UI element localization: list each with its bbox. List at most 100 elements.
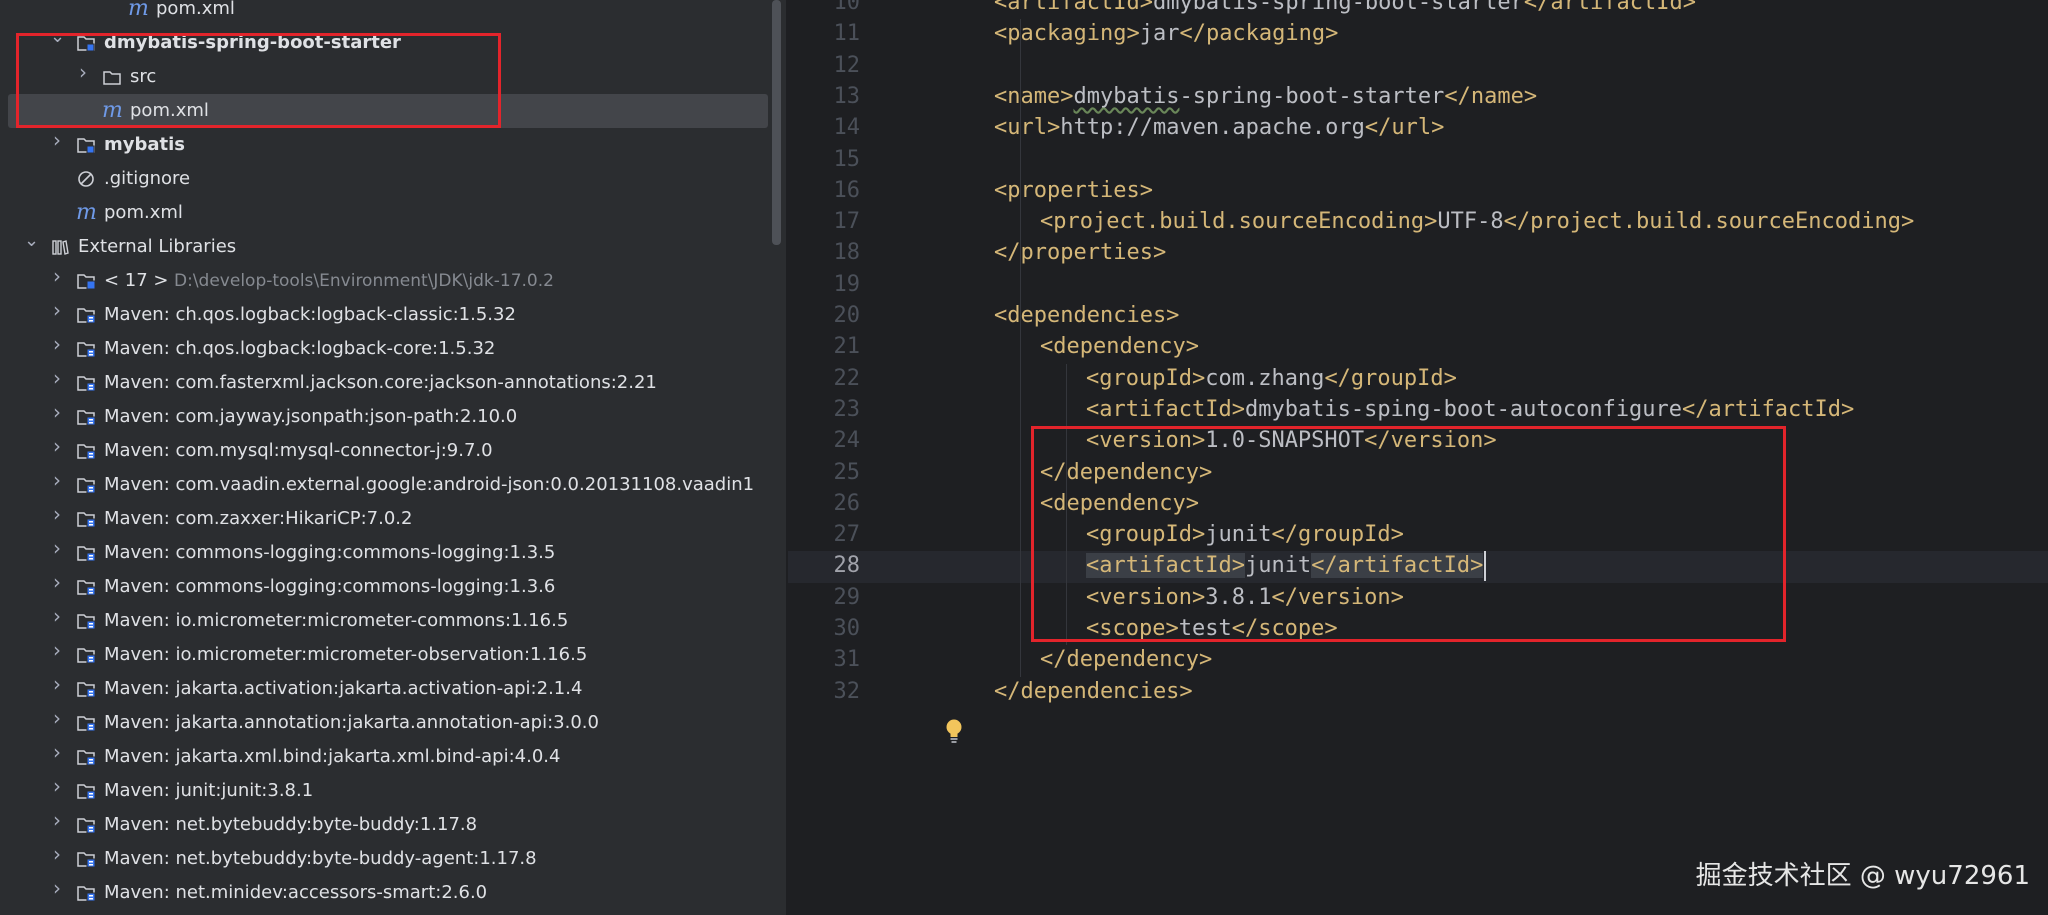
tree-row[interactable]: › Maven: jakarta.annotation:jakarta.annot… (8, 706, 768, 740)
xml-tag: </dependencies> (994, 678, 1193, 704)
code-line[interactable]: 20 <dependencies> (788, 301, 2048, 332)
tree-row[interactable]: › mybatis (8, 128, 768, 162)
library-jar-icon (76, 679, 96, 699)
code-text: <url>http://maven.apache.org</url> (994, 115, 1444, 140)
tree-row-path: D:\develop-tools\Environment\JDK\jdk-17.… (174, 271, 554, 291)
tree-row[interactable]: › Maven: net.minidev:accessors-smart:2.6.… (8, 876, 768, 910)
tree-row[interactable]: › < 17 > D:\develop-tools\Environment\JDK\… (8, 264, 768, 298)
chevron-right-icon[interactable]: › (50, 776, 64, 796)
code-line[interactable]: 18 </properties> (788, 238, 2048, 269)
tree-row[interactable]: m pom.xml (8, 0, 768, 26)
chevron-right-icon[interactable]: › (50, 130, 64, 150)
chevron-right-icon[interactable]: › (50, 470, 64, 490)
code-text: <groupId>com.zhang</groupId> (1086, 366, 1457, 391)
line-number: 20 (833, 303, 861, 328)
tree-row[interactable]: › Maven: jakarta.activation:jakarta.activ… (8, 672, 768, 706)
tree-row[interactable]: › Maven: io.micrometer:micrometer-commons… (8, 604, 768, 638)
code-editor[interactable]: 10 <artifactId>dmybatis-spring-boot-start… (788, 0, 2048, 915)
line-number: 26 (833, 490, 861, 516)
chevron-right-icon[interactable]: › (50, 674, 64, 694)
chevron-right-icon[interactable]: › (50, 504, 64, 524)
xml-tag: </artifactId> (1523, 0, 1697, 15)
code-line[interactable]: 10 <artifactId>dmybatis-spring-boot-start… (788, 0, 2048, 19)
code-line[interactable]: 11 <packaging>jar</packaging> (788, 19, 2048, 50)
tree-row[interactable]: › Maven: jakarta.xml.bind:jakarta.xml.bin… (8, 740, 768, 774)
code-line[interactable]: 31 </dependency> (788, 645, 2048, 676)
tree-row[interactable]: › Maven: ch.qos.logback:logback-core:1.5.… (8, 332, 768, 366)
chevron-right-icon[interactable]: › (50, 334, 64, 354)
library-jar-icon (76, 475, 96, 495)
code-text: </dependencies> (994, 679, 1193, 704)
tree-row-label: Maven: io.micrometer:micrometer-observat… (104, 644, 588, 665)
tree-row-label: Maven: commons-logging:commons-logging:1… (104, 542, 556, 563)
chevron-right-icon[interactable]: › (50, 844, 64, 864)
tree-row[interactable]: ⌄ External Libraries (8, 230, 768, 264)
tree-row[interactable]: › Maven: commons-logging:commons-logging:… (8, 536, 768, 570)
tree-row-label: pom.xml (156, 0, 235, 19)
chevron-right-icon[interactable]: › (50, 572, 64, 592)
code-line[interactable]: 32 </dependencies> (788, 677, 2048, 708)
tree-row[interactable]: › Maven: com.jayway.jsonpath:json-path:2.… (8, 400, 768, 434)
chevron-right-icon[interactable]: › (50, 810, 64, 830)
code-text: <properties> (994, 178, 1153, 203)
line-number: 18 (833, 240, 861, 266)
code-line[interactable]: 21 <dependency> (788, 332, 2048, 363)
library-jar-icon (76, 407, 96, 427)
tree-row[interactable]: › Maven: junit:junit:3.8.1 (8, 774, 768, 808)
tree-row[interactable]: › Maven: net.bytebuddy:byte-buddy-agent:1… (8, 842, 768, 876)
project-tool-window: m pom.xml ⌄ dmybatis-spring-boot-starter › sr… (0, 0, 788, 915)
tree-row[interactable]: › Maven: ch.qos.logback:logback-classic:1… (8, 298, 768, 332)
tree-row[interactable]: .gitignore (8, 162, 768, 196)
code-line[interactable]: 22 <groupId>com.zhang</groupId> (788, 364, 2048, 395)
chevron-right-icon[interactable]: › (50, 742, 64, 762)
chevron-right-icon[interactable]: › (50, 368, 64, 388)
code-line[interactable]: 15 (788, 145, 2048, 176)
tree-row[interactable]: › Maven: com.mysql:mysql-connector-j:9.7.… (8, 434, 768, 468)
code-line[interactable]: 19 (788, 270, 2048, 301)
highlight-box-dependency (1031, 426, 1786, 642)
tree-row-label: .gitignore (104, 168, 191, 189)
project-tree-scrollbar[interactable] (772, 0, 781, 245)
chevron-right-icon[interactable]: › (50, 436, 64, 456)
tree-row[interactable]: › Maven: com.fasterxml.jackson.core:jacks… (8, 366, 768, 400)
line-number: 31 (833, 647, 861, 673)
tree-row[interactable]: › Maven: commons-logging:commons-logging:… (8, 570, 768, 604)
xml-tag: </url> (1364, 115, 1445, 141)
code-line[interactable]: 13 <name>dmybatis-spring-boot-starter</na… (788, 82, 2048, 113)
code-line[interactable]: 14 <url>http://maven.apache.org</url> (788, 113, 2048, 144)
tree-row[interactable]: m pom.xml (8, 196, 768, 230)
code-line[interactable]: 16 <properties> (788, 176, 2048, 207)
xml-tag: <artifactId> (994, 0, 1153, 15)
tree-row[interactable]: › Maven: io.micrometer:micrometer-observa… (8, 638, 768, 672)
tree-row[interactable]: › Maven: com.zaxxer:HikariCP:7.0.2 (8, 502, 768, 536)
code-line[interactable]: 17 <project.build.sourceEncoding>UTF-8</p… (788, 207, 2048, 238)
chevron-right-icon[interactable]: › (50, 878, 64, 898)
chevron-down-icon[interactable]: ⌄ (24, 232, 39, 250)
chevron-right-icon[interactable]: › (50, 266, 64, 286)
chevron-right-icon[interactable]: › (50, 538, 64, 558)
line-number: 32 (833, 678, 861, 704)
line-number: 25 (833, 459, 861, 485)
code-line[interactable]: 12 (788, 51, 2048, 82)
chevron-right-icon[interactable]: › (50, 708, 64, 728)
chevron-right-icon[interactable]: › (50, 640, 64, 660)
library-jar-icon (76, 747, 96, 767)
chevron-right-icon[interactable]: › (50, 606, 64, 626)
indent-guide (1020, 19, 1021, 677)
code-text: </dependency> (1040, 647, 1212, 672)
tree-row[interactable]: › Maven: net.bytebuddy:byte-buddy:1.17.8 (8, 808, 768, 842)
line-number: 24 (833, 428, 861, 454)
chevron-right-icon[interactable]: › (50, 300, 64, 320)
xml-tag: </artifactId> (1682, 396, 1855, 422)
line-number: 30 (833, 616, 861, 641)
lightbulb-intention-icon[interactable] (944, 718, 964, 744)
code-line[interactable]: 23 <artifactId>dmybatis-sping-boot-autoco… (788, 395, 2048, 426)
chevron-right-icon[interactable]: › (50, 402, 64, 422)
library-jar-icon (76, 815, 96, 835)
library-jar-icon (76, 305, 96, 325)
tree-row[interactable]: › Maven: com.vaadin.external.google:andro… (8, 468, 768, 502)
line-number: 10 (833, 0, 861, 15)
module-folder-icon (76, 135, 96, 155)
xml-tag: <dependency> (1040, 334, 1199, 360)
library-jar-icon (76, 713, 96, 733)
